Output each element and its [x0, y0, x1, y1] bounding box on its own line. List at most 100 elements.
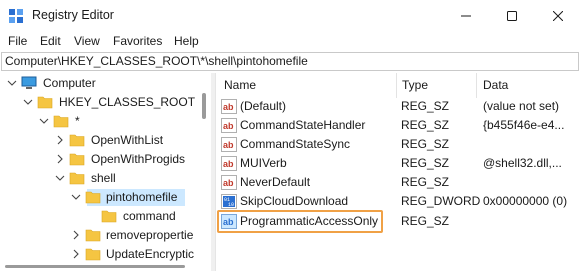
tree-label-pintohomefile: pintohomefile [106, 190, 178, 204]
address-path: Computer\HKEY_CLASSES_ROOT\*\shell\pinto… [5, 54, 308, 68]
address-bar[interactable]: Computer\HKEY_CLASSES_ROOT\*\shell\pinto… [1, 52, 579, 71]
value-name: CommandStateHandler [240, 118, 366, 132]
folder-icon [69, 134, 85, 147]
svg-text:ab: ab [223, 140, 234, 150]
tree-node-hkcr[interactable]: HKEY_CLASSES_ROOT [3, 93, 203, 112]
chevron-down-icon[interactable] [55, 173, 65, 183]
values-list: Name Type Data ab (Default) REG_SZ (valu… [215, 73, 579, 271]
value-name: NeverDefault [240, 175, 311, 189]
value-row[interactable]: ab NeverDefault REG_SZ [216, 173, 579, 192]
value-name: (Default) [240, 99, 287, 113]
tree-label-command: command [123, 209, 176, 223]
value-type: REG_SZ [401, 118, 450, 132]
tree-label-hkcr: HKEY_CLASSES_ROOT [59, 95, 196, 109]
value-row[interactable]: ab CommandStateHandler REG_SZ {b455f46e-… [216, 116, 579, 135]
menu-help[interactable]: Help [174, 34, 199, 48]
value-type: REG_SZ [401, 99, 450, 113]
value-name: CommandStateSync [240, 137, 351, 151]
open-folder-icon [85, 191, 101, 204]
string-value-icon: ab [221, 214, 237, 229]
chevron-right-icon[interactable] [55, 154, 65, 164]
tree-label-updateencryption: UpdateEncryptic [106, 247, 195, 261]
tree-label-shell: shell [91, 171, 116, 185]
title-bar: Registry Editor [0, 0, 581, 32]
value-row-highlighted[interactable]: ab ProgrammaticAccessOnly REG_SZ [216, 212, 579, 231]
column-header-name[interactable]: Name [224, 78, 256, 92]
string-value-icon: ab [221, 175, 237, 190]
folder-icon [69, 172, 85, 185]
value-type: REG_SZ [401, 214, 450, 228]
value-row[interactable]: 01 10 SkipCloudDownload REG_DWORD 0x00000… [216, 192, 579, 211]
tree-node-openwithprogids[interactable]: OpenWithProgids [3, 150, 203, 169]
tree-node-removeproperties[interactable]: removepropertie [3, 226, 203, 245]
tree-node-computer[interactable]: Computer [3, 74, 203, 93]
maximize-icon [507, 11, 517, 21]
tree-node-star[interactable]: * [3, 112, 203, 131]
column-header-data[interactable]: Data [483, 78, 508, 92]
computer-icon [21, 76, 37, 89]
close-icon [553, 11, 563, 21]
value-row[interactable]: ab (Default) REG_SZ (value not set) [216, 97, 579, 116]
column-divider[interactable] [476, 73, 477, 98]
chevron-down-icon[interactable] [23, 97, 33, 107]
column-divider[interactable] [396, 73, 397, 98]
chevron-right-icon[interactable] [71, 249, 81, 259]
maximize-button[interactable] [489, 0, 535, 32]
string-value-icon: ab [221, 118, 237, 133]
menu-view[interactable]: View [74, 34, 100, 48]
folder-icon [53, 115, 69, 128]
string-value-icon: ab [221, 99, 237, 114]
svg-text:ab: ab [223, 121, 234, 131]
minimize-button[interactable] [443, 0, 489, 32]
folder-icon [37, 96, 53, 109]
tree-label-removeproperties: removepropertie [106, 228, 194, 242]
tree-label-openwithprogids: OpenWithProgids [91, 152, 186, 166]
minimize-icon [461, 15, 471, 17]
tree-node-updateencryption[interactable]: UpdateEncryptic [3, 245, 203, 264]
svg-text:10: 10 [228, 202, 234, 208]
svg-text:ab: ab [223, 178, 234, 188]
key-tree: Computer HKEY_CLASSES_ROOT * OpenWithLis… [3, 73, 210, 271]
menu-edit[interactable]: Edit [40, 34, 61, 48]
chevron-down-icon[interactable] [39, 116, 49, 126]
menu-bar: File Edit View Favorites Help [0, 32, 581, 51]
chevron-right-icon[interactable] [55, 135, 65, 145]
chevron-down-icon[interactable] [71, 192, 81, 202]
string-value-icon: ab [221, 137, 237, 152]
folder-icon [101, 210, 117, 223]
menu-favorites[interactable]: Favorites [113, 34, 162, 48]
folder-icon [85, 248, 101, 261]
tree-label-openwithlist: OpenWithList [91, 133, 164, 147]
value-type: REG_SZ [401, 156, 450, 170]
menu-file[interactable]: File [8, 34, 27, 48]
tree-label-computer: Computer [43, 76, 96, 90]
value-row[interactable]: ab MUIVerb REG_SZ @shell32.dll,... [216, 154, 579, 173]
svg-text:ab: ab [223, 159, 234, 169]
window-title: Registry Editor [32, 8, 114, 22]
svg-text:ab: ab [223, 217, 234, 227]
close-button[interactable] [535, 0, 581, 32]
svg-text:ab: ab [223, 102, 234, 112]
tree-node-command[interactable]: command [3, 207, 203, 226]
value-type: REG_SZ [401, 175, 450, 189]
tree-horizontal-scrollbar[interactable] [5, 265, 185, 268]
value-name: MUIVerb [240, 156, 287, 170]
value-row[interactable]: ab CommandStateSync REG_SZ [216, 135, 579, 154]
value-name: SkipCloudDownload [240, 194, 349, 208]
tree-node-shell[interactable]: shell [3, 169, 203, 188]
registry-editor-icon [9, 9, 23, 23]
value-data: 0x00000000 (0) [483, 194, 568, 208]
folder-icon [85, 229, 101, 242]
tree-vertical-scrollbar[interactable] [202, 93, 206, 119]
folder-icon [69, 153, 85, 166]
value-data: (value not set) [483, 99, 560, 113]
value-data: {b455f46e-e4... [483, 118, 565, 132]
chevron-right-icon[interactable] [71, 230, 81, 240]
value-type: REG_SZ [401, 137, 450, 151]
string-value-icon: ab [221, 156, 237, 171]
tree-node-pintohomefile[interactable]: pintohomefile [3, 188, 203, 207]
column-header-type[interactable]: Type [402, 78, 428, 92]
chevron-down-icon[interactable] [7, 78, 17, 88]
binary-value-icon: 0110 [221, 194, 237, 209]
tree-node-openwithlist[interactable]: OpenWithList [3, 131, 203, 150]
